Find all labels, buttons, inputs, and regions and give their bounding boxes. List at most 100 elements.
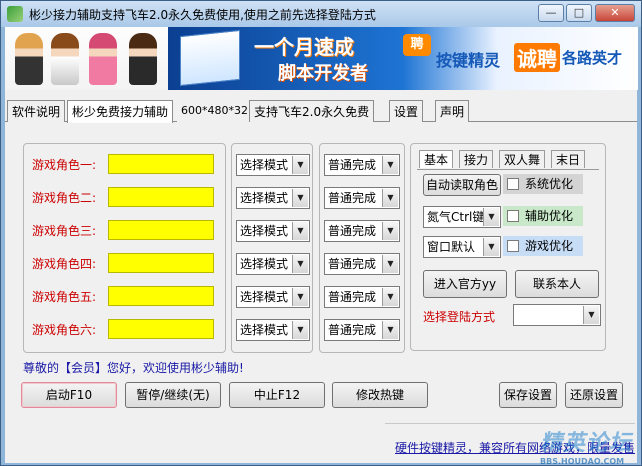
options-group: 基本 接力 双人舞 末日 自动读取角色 氮气Ctrl键 ▼ 窗口默认 ▼ 系统优化 … [410,143,606,351]
welcome-message: 尊敬的【会员】您好，欢迎使用彬少辅助! [23,361,244,375]
tab-settings[interactable]: 设置 [389,100,424,122]
role-field[interactable] [108,253,214,273]
subtab-duet[interactable]: 双人舞 [499,150,546,168]
finish-select[interactable]: 普通完成 ▼ [324,187,400,209]
mode-select[interactable]: 选择模式 ▼ [236,253,310,275]
official-yy-button[interactable]: 进入官方yy [423,270,507,298]
checkbox-label: 辅助优化 [525,209,574,223]
finish-select-value: 普通完成 [328,323,377,337]
mode-select[interactable]: 选择模式 ▼ [236,319,310,341]
auto-read-roles-button[interactable]: 自动读取角色 [423,174,501,196]
subtab-basic[interactable]: 基本 [419,150,454,168]
login-method-select[interactable]: ▼ [513,304,601,326]
avatar [15,33,43,85]
tab-support-car[interactable]: 支持飞车2.0永久免费 [249,100,375,122]
maximize-button[interactable]: □ [566,4,592,22]
watermark-text: 精英论坛 [540,431,633,456]
mode-select[interactable]: 选择模式 ▼ [236,187,310,209]
mode-group: 选择模式 ▼ 选择模式 ▼ 选择模式 ▼ 选择模式 ▼ 选择模式 ▼ 选择模式 ▼ [231,143,313,353]
edit-hotkeys-button[interactable]: 修改热键 [332,382,428,408]
finish-select-value: 普通完成 [328,224,377,238]
roles-group: 游戏角色一: 游戏角色二: 游戏角色三: 游戏角色四: 游戏角色五: 游戏角色六… [23,143,226,353]
finish-select[interactable]: 普通完成 ▼ [324,319,400,341]
finish-select-value: 普通完成 [328,290,377,304]
client-area: 一个月速成 脚本开发者 聘 按键精灵 诚聘 各路英才 软件说明 彬少免费接力辅助… [5,27,640,466]
window-mode-select[interactable]: 窗口默认 ▼ [423,236,501,258]
finish-select[interactable]: 普通完成 ▼ [324,220,400,242]
banner-headline: 一个月速成 [254,35,354,59]
finish-select-value: 普通完成 [328,158,377,172]
game-optimize-checkbox[interactable]: 游戏优化 [503,236,583,256]
checkbox-box [507,178,519,190]
subtab-doomsday[interactable]: 末日 [551,150,586,168]
app-icon [7,6,23,22]
role-label: 游戏角色三: [32,224,97,238]
role-field[interactable] [108,154,214,174]
mode-select[interactable]: 选择模式 ▼ [236,154,310,176]
checkbox-label: 系统优化 [525,177,574,191]
login-method-label: 选择登陆方式 [423,310,496,324]
role-label: 游戏角色一: [32,158,97,172]
chevron-down-icon: ▼ [292,156,308,174]
contact-author-button[interactable]: 联系本人 [515,270,599,298]
role-label: 游戏角色二: [32,191,97,205]
banner-brand: 按键精灵 [436,51,501,70]
tab-panel: 游戏角色一: 游戏角色二: 游戏角色三: 游戏角色四: 游戏角色五: 游戏角色六… [5,123,637,463]
window-mode-value: 窗口默认 [427,240,476,254]
nitro-key-select[interactable]: 氮气Ctrl键 ▼ [423,206,501,228]
close-button[interactable]: ✕ [595,4,635,22]
avatar [129,33,157,85]
window-title: 彬少接力辅助支持飞车2.0永久免费使用,使用之前先选择登陆方式 [29,8,376,22]
chevron-down-icon: ▼ [382,189,398,207]
avatar [89,33,117,85]
role-field[interactable] [108,286,214,306]
pause-resume-button[interactable]: 暂停/继续(无) [125,382,221,408]
start-button[interactable]: 启动F10 [21,382,117,408]
banner-hiring: 诚聘 [514,43,560,72]
banner-talent: 各路英才 [562,49,623,67]
chevron-down-icon: ▼ [292,288,308,306]
finish-select[interactable]: 普通完成 ▼ [324,286,400,308]
mode-select[interactable]: 选择模式 ▼ [236,286,310,308]
role-field[interactable] [108,187,214,207]
finish-select[interactable]: 普通完成 ▼ [324,154,400,176]
mode-select-value: 选择模式 [240,191,289,205]
role-field[interactable] [108,319,214,339]
main-window: 彬少接力辅助支持飞车2.0永久免费使用,使用之前先选择登陆方式 — □ ✕ 一个… [0,0,642,466]
ad-banner[interactable]: 一个月速成 脚本开发者 聘 按键精灵 诚聘 各路英才 [168,27,638,90]
subtab-relay[interactable]: 接力 [459,150,494,168]
stop-button[interactable]: 中止F12 [229,382,325,408]
tab-software-info[interactable]: 软件说明 [7,100,66,122]
chevron-down-icon: ▼ [382,222,398,240]
checkbox-box [507,240,519,252]
role-label: 游戏角色四: [32,257,97,271]
role-field[interactable] [108,220,214,240]
tab-relay-assist[interactable]: 彬少免费接力辅助 [67,100,174,123]
role-label: 游戏角色六: [32,323,97,337]
minimize-button[interactable]: — [538,4,564,22]
chevron-down-icon: ▼ [382,156,398,174]
avatar [51,33,79,85]
character-banner [5,27,168,90]
title-bar[interactable]: 彬少接力辅助支持飞车2.0永久免费使用,使用之前先选择登陆方式 — □ ✕ [1,1,641,27]
mode-select-value: 选择模式 [240,158,289,172]
chevron-down-icon: ▼ [483,238,499,256]
role-label: 游戏角色五: [32,290,97,304]
chevron-down-icon: ▼ [382,321,398,339]
forum-watermark: 精英论坛 BBS.HOUDAO.COM [540,425,640,466]
tab-resolution: 600*480*32 [177,100,252,122]
tab-statement[interactable]: 声明 [435,100,470,122]
finish-select-value: 普通完成 [328,257,377,271]
finish-select[interactable]: 普通完成 ▼ [324,253,400,275]
system-optimize-checkbox[interactable]: 系统优化 [503,174,583,194]
software-box-image [180,29,240,87]
mode-select[interactable]: 选择模式 ▼ [236,220,310,242]
chevron-down-icon: ▼ [292,222,308,240]
restore-settings-button[interactable]: 还原设置 [565,382,623,408]
banner-subline: 脚本开发者 [278,63,368,84]
save-settings-button[interactable]: 保存设置 [499,382,557,408]
assist-optimize-checkbox[interactable]: 辅助优化 [503,206,583,226]
chevron-down-icon: ▼ [583,306,599,324]
watermark-url: BBS.HOUDAO.COM [540,457,625,466]
main-tabs: 软件说明 彬少免费接力辅助 600*480*32 支持飞车2.0永久免费 设置 … [5,100,637,123]
